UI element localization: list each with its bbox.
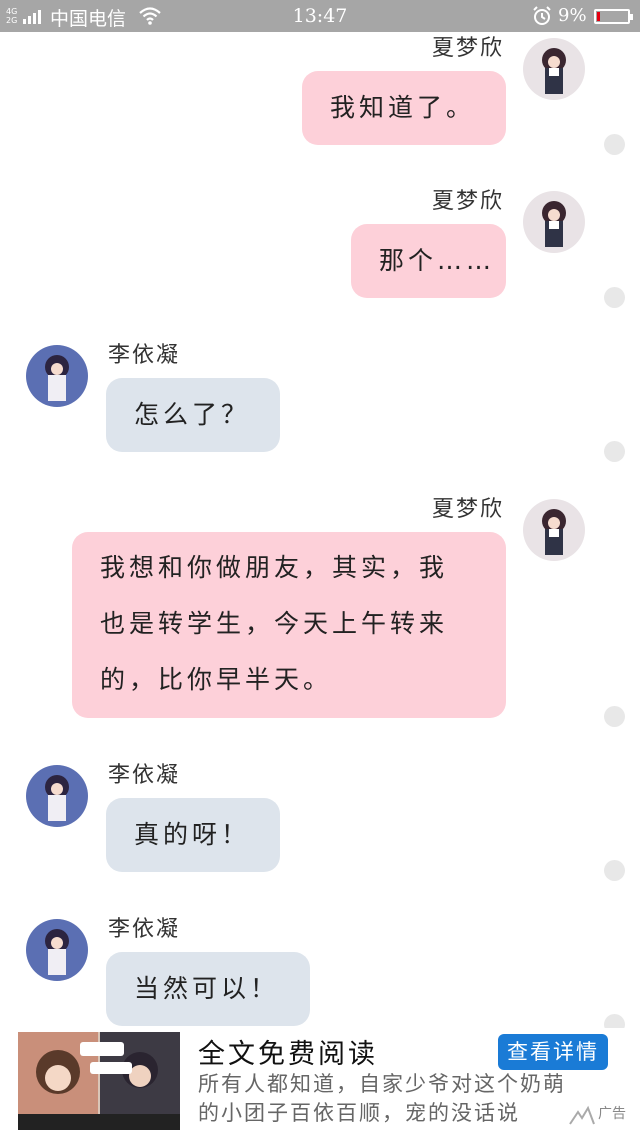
message-bubble[interactable]: 当然可以！ [106,952,310,1026]
message-bubble[interactable]: 真的呀！ [106,798,280,872]
message-text-line: 我想和你做朋友，其实，我 [100,553,449,582]
read-status-dot [604,287,625,308]
avatar-image [523,38,585,100]
read-status-dot [604,706,625,727]
avatar[interactable] [26,919,88,981]
battery-icon [594,9,633,24]
sender-name: 李依凝 [108,917,181,942]
battery-level [597,12,600,21]
avatar[interactable] [523,499,585,561]
alarm-icon [533,6,551,25]
message-bubble[interactable]: 那个…… [351,224,506,298]
ad-banner[interactable]: 全文免费阅读 查看详情 所有人都知道，自家少爷对这个奶萌 的小团子百依百顺，宠的… [0,1028,640,1138]
message-text-line: 的，比你早半天。 [100,665,333,694]
sender-name: 李依凝 [108,343,181,368]
ad-title[interactable]: 全文免费阅读 [198,1032,378,1071]
sender-name: 夏梦欣 [431,189,504,214]
ad-description-line: 所有人都知道，自家少爷对这个奶萌 [198,1072,562,1096]
avatar[interactable] [26,345,88,407]
message-text-line: 也是转学生，今天上午转来 [100,609,449,638]
read-status-dot [604,860,625,881]
sender-name: 夏梦欣 [431,497,504,522]
ad-image[interactable] [18,1032,180,1130]
avatar-image [26,765,88,827]
message-text: 那个…… [379,246,496,275]
message-bubble[interactable]: 怎么了？ [106,378,280,452]
avatar-image [26,345,88,407]
avatar[interactable] [26,765,88,827]
message-text: 真的呀！ [134,820,251,849]
message-bubble[interactable]: 我知道了。 [302,71,506,145]
status-bar: 4G 2G 中国电信 13:47 9% [0,0,640,32]
avatar-image [26,919,88,981]
avatar[interactable] [523,38,585,100]
view-details-button[interactable]: 查看详情 [498,1034,608,1070]
ad-label: 广告 [598,1106,626,1122]
read-status-dot [604,441,625,462]
ad-network-logo-icon [569,1105,595,1125]
sender-name: 李依凝 [108,763,181,788]
message-text: 怎么了？ [134,400,251,429]
avatar[interactable] [523,191,585,253]
message-text: 我知道了。 [330,93,476,122]
avatar-image [523,191,585,253]
sender-name: 夏梦欣 [431,36,504,61]
battery-percent: 9% [558,5,587,26]
message-text: 当然可以！ [134,974,280,1003]
read-status-dot [604,134,625,155]
ad-description: 所有人都知道，自家少爷对这个奶萌 的小团子百依百顺，宠的没话说 [198,1070,562,1128]
ad-description-line: 的小团子百依百顺，宠的没话说 [198,1101,520,1125]
ad-image-art [18,1032,180,1130]
message-bubble[interactable]: 我想和你做朋友，其实，我 也是转学生，今天上午转来 的，比你早半天。 [72,532,506,718]
avatar-image [523,499,585,561]
